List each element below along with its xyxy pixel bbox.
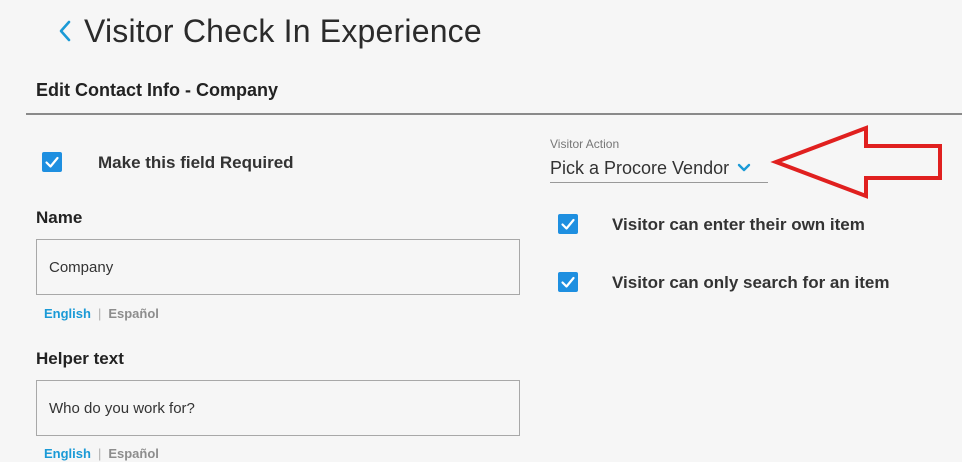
required-toggle-row [42,152,62,172]
visitor-action-select[interactable]: Pick a Procore Vendor [550,154,768,183]
own-item-label: Visitor can enter their own item [612,215,865,234]
visitor-action-label: Visitor Action [550,137,620,151]
required-label: Make this field Required [98,153,294,172]
page-header: Visitor Check In Experience [56,8,482,54]
helper-text-input[interactable]: Who do you work for? [36,380,520,436]
search-only-checkbox[interactable] [558,272,578,292]
check-icon [45,156,59,168]
back-chevron-icon[interactable] [56,16,74,46]
helper-language-switcher: English | Español [44,446,159,461]
required-checkbox[interactable] [42,152,62,172]
helper-lang-english[interactable]: English [44,446,91,461]
section-divider [26,113,962,115]
check-icon [561,276,575,288]
name-field-label: Name [36,208,83,227]
name-language-switcher: English | Español [44,306,159,321]
annotation-arrow-icon [770,125,942,199]
helper-field-label: Helper text [36,349,124,368]
search-only-label: Visitor can only search for an item [612,273,890,292]
visitor-action-value: Pick a Procore Vendor [550,157,730,178]
chevron-down-icon [737,163,751,173]
own-item-checkbox[interactable] [558,214,578,234]
section-title: Edit Contact Info - Company [36,80,278,100]
helper-lang-espanol[interactable]: Español [108,446,159,461]
name-lang-english[interactable]: English [44,306,91,321]
visitor-check-in-page: Visitor Check In Experience Edit Contact… [0,0,962,462]
option-row-own-item [558,214,578,234]
lang-separator: | [97,306,102,321]
check-icon [561,218,575,230]
page-title: Visitor Check In Experience [84,12,482,49]
name-input[interactable]: Company [36,239,520,295]
lang-separator: | [97,446,102,461]
option-row-search-only [558,272,578,292]
name-lang-espanol[interactable]: Español [108,306,159,321]
